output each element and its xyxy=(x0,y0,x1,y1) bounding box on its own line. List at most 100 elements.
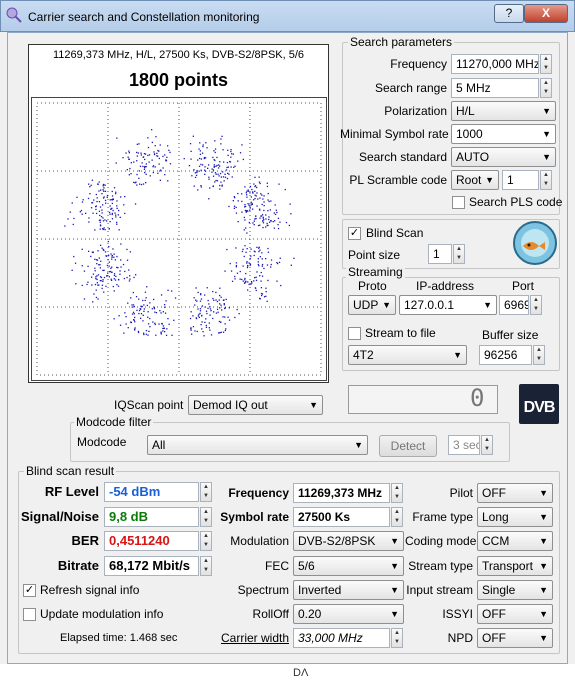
constellation-point xyxy=(250,204,252,206)
constellation-point xyxy=(147,154,149,157)
constellation-point xyxy=(194,330,196,332)
frame-type-select[interactable]: Long ▼ xyxy=(477,507,553,527)
constellation-point xyxy=(100,244,102,246)
modulation-select[interactable]: DVB-S2/8PSK ▼ xyxy=(293,531,404,551)
constellation-point xyxy=(113,253,115,255)
constellation-point xyxy=(268,216,270,218)
modcode-select[interactable]: All ▼ xyxy=(147,435,368,455)
carrier-width-spinner[interactable]: ▲ ▼ xyxy=(391,628,403,648)
issyi-select[interactable]: OFF ▼ xyxy=(477,604,553,624)
constellation-point xyxy=(102,220,105,222)
pl-scramble-spinner[interactable]: ▲ ▼ xyxy=(540,170,552,190)
snr-value: 9,8 dB xyxy=(104,507,199,527)
buffer-size-spinner[interactable]: ▲ ▼ xyxy=(533,345,545,365)
refresh-signal-checkbox[interactable]: ✓ xyxy=(23,584,36,597)
port-input[interactable]: 6969 xyxy=(499,295,529,315)
stream-type-select[interactable]: Transport ▼ xyxy=(477,556,553,576)
constellation-point xyxy=(233,166,235,168)
pl-scramble-mode-select[interactable]: Root ▼ xyxy=(451,170,499,190)
constellation-point xyxy=(239,152,242,154)
constellation-point xyxy=(227,316,229,318)
constellation-point xyxy=(230,150,232,153)
constellation-point xyxy=(111,256,113,258)
constellation-point xyxy=(95,259,98,261)
constellation-point xyxy=(201,328,203,330)
constellation-point xyxy=(214,140,216,142)
symbol-rate-spinner[interactable]: ▲ ▼ xyxy=(391,507,403,527)
constellation-point xyxy=(120,243,122,245)
constellation-point xyxy=(212,156,214,159)
polarization-select[interactable]: H/L ▼ xyxy=(451,101,556,121)
frequency-input[interactable]: 11270,000 MHz xyxy=(451,54,539,74)
ip-address-select[interactable]: 127.0.0.1 ▼ xyxy=(399,295,497,315)
constellation-point xyxy=(219,294,221,297)
constellation-point xyxy=(246,232,248,234)
constellation-points xyxy=(64,129,295,337)
detect-button[interactable]: Detect xyxy=(379,435,437,457)
min-symbol-rate-select[interactable]: 1000 ▼ xyxy=(451,124,556,144)
constellation-point xyxy=(269,209,271,211)
coding-mode-select[interactable]: CCM ▼ xyxy=(477,531,553,551)
carrier-width-label[interactable]: Carrier width xyxy=(214,631,289,645)
bitrate-spinner[interactable]: ▲ ▼ xyxy=(200,556,212,576)
constellation-point xyxy=(228,307,230,309)
update-modulation-checkbox[interactable] xyxy=(23,608,36,621)
buffer-size-input[interactable]: 96256 xyxy=(479,345,532,365)
pilot-select[interactable]: OFF ▼ xyxy=(477,483,553,503)
input-stream-select[interactable]: Single ▼ xyxy=(477,580,553,600)
constellation-point xyxy=(123,204,125,206)
chevron-down-icon: ▼ xyxy=(453,350,462,360)
chevron-down-icon: ▼ xyxy=(539,609,548,619)
constellation-point xyxy=(208,303,210,305)
port-spinner[interactable]: ▲ ▼ xyxy=(530,295,542,315)
file-format-select[interactable]: 4T2 ▼ xyxy=(348,345,467,365)
constellation-point xyxy=(214,159,216,162)
elapsed-time: Elapsed time: 1.468 sec xyxy=(60,632,178,644)
constellation-point xyxy=(218,175,220,177)
help-button[interactable]: ? xyxy=(494,4,524,23)
constellation-point xyxy=(134,321,136,323)
point-size-input[interactable]: 1 xyxy=(428,244,452,264)
point-size-spinner[interactable]: ▲ ▼ xyxy=(453,244,465,264)
ber-spinner[interactable]: ▲ ▼ xyxy=(200,531,212,551)
npd-select[interactable]: OFF ▼ xyxy=(477,628,553,648)
search-range-spinner[interactable]: ▲ ▼ xyxy=(540,78,552,98)
proto-select[interactable]: UDP ▼ xyxy=(348,295,396,315)
constellation-point xyxy=(261,294,263,297)
constellation-point xyxy=(153,298,155,301)
frequency-spinner[interactable]: ▲ ▼ xyxy=(540,54,552,74)
detect-interval-input[interactable]: 3 sec xyxy=(448,435,480,455)
detect-interval-spinner[interactable]: ▲ ▼ xyxy=(481,435,493,455)
constellation-point xyxy=(162,325,165,327)
constellation-point xyxy=(115,191,117,193)
pl-scramble-input[interactable]: 1 xyxy=(502,170,539,190)
rf-level-spinner[interactable]: ▲ ▼ xyxy=(200,482,212,502)
constellation-point xyxy=(262,226,264,229)
constellation-point xyxy=(211,171,213,173)
constellation-point xyxy=(273,227,275,229)
constellation-plot xyxy=(31,97,327,381)
constellation-point xyxy=(111,190,113,193)
close-button[interactable]: X xyxy=(524,4,568,23)
constellation-point xyxy=(112,198,114,200)
constellation-point xyxy=(96,212,98,215)
constellation-point xyxy=(198,170,200,172)
search-standard-select[interactable]: AUTO ▼ xyxy=(451,147,556,167)
search-pls-checkbox[interactable] xyxy=(452,196,465,209)
search-range-input[interactable]: 5 MHz xyxy=(451,78,539,98)
rolloff-select[interactable]: 0.20 ▼ xyxy=(293,604,404,624)
spectrum-select[interactable]: Inverted ▼ xyxy=(293,580,404,600)
constellation-point xyxy=(88,183,90,185)
ber-text: 0,4511240 xyxy=(109,533,170,548)
stream-to-file-checkbox[interactable] xyxy=(348,327,361,340)
iqscan-select[interactable]: Demod IQ out ▼ xyxy=(188,395,323,415)
fec-select[interactable]: 5/6 ▼ xyxy=(293,556,404,576)
constellation-point xyxy=(207,167,209,169)
snr-spinner[interactable]: ▲ ▼ xyxy=(200,507,212,527)
blind-scan-checkbox[interactable]: ✓ xyxy=(348,227,361,240)
constellation-point xyxy=(252,191,254,193)
spectrum-label: Spectrum xyxy=(237,583,289,597)
constellation-point xyxy=(106,194,109,197)
constellation-point xyxy=(124,212,126,215)
result-frequency-spinner[interactable]: ▲ ▼ xyxy=(391,483,403,503)
